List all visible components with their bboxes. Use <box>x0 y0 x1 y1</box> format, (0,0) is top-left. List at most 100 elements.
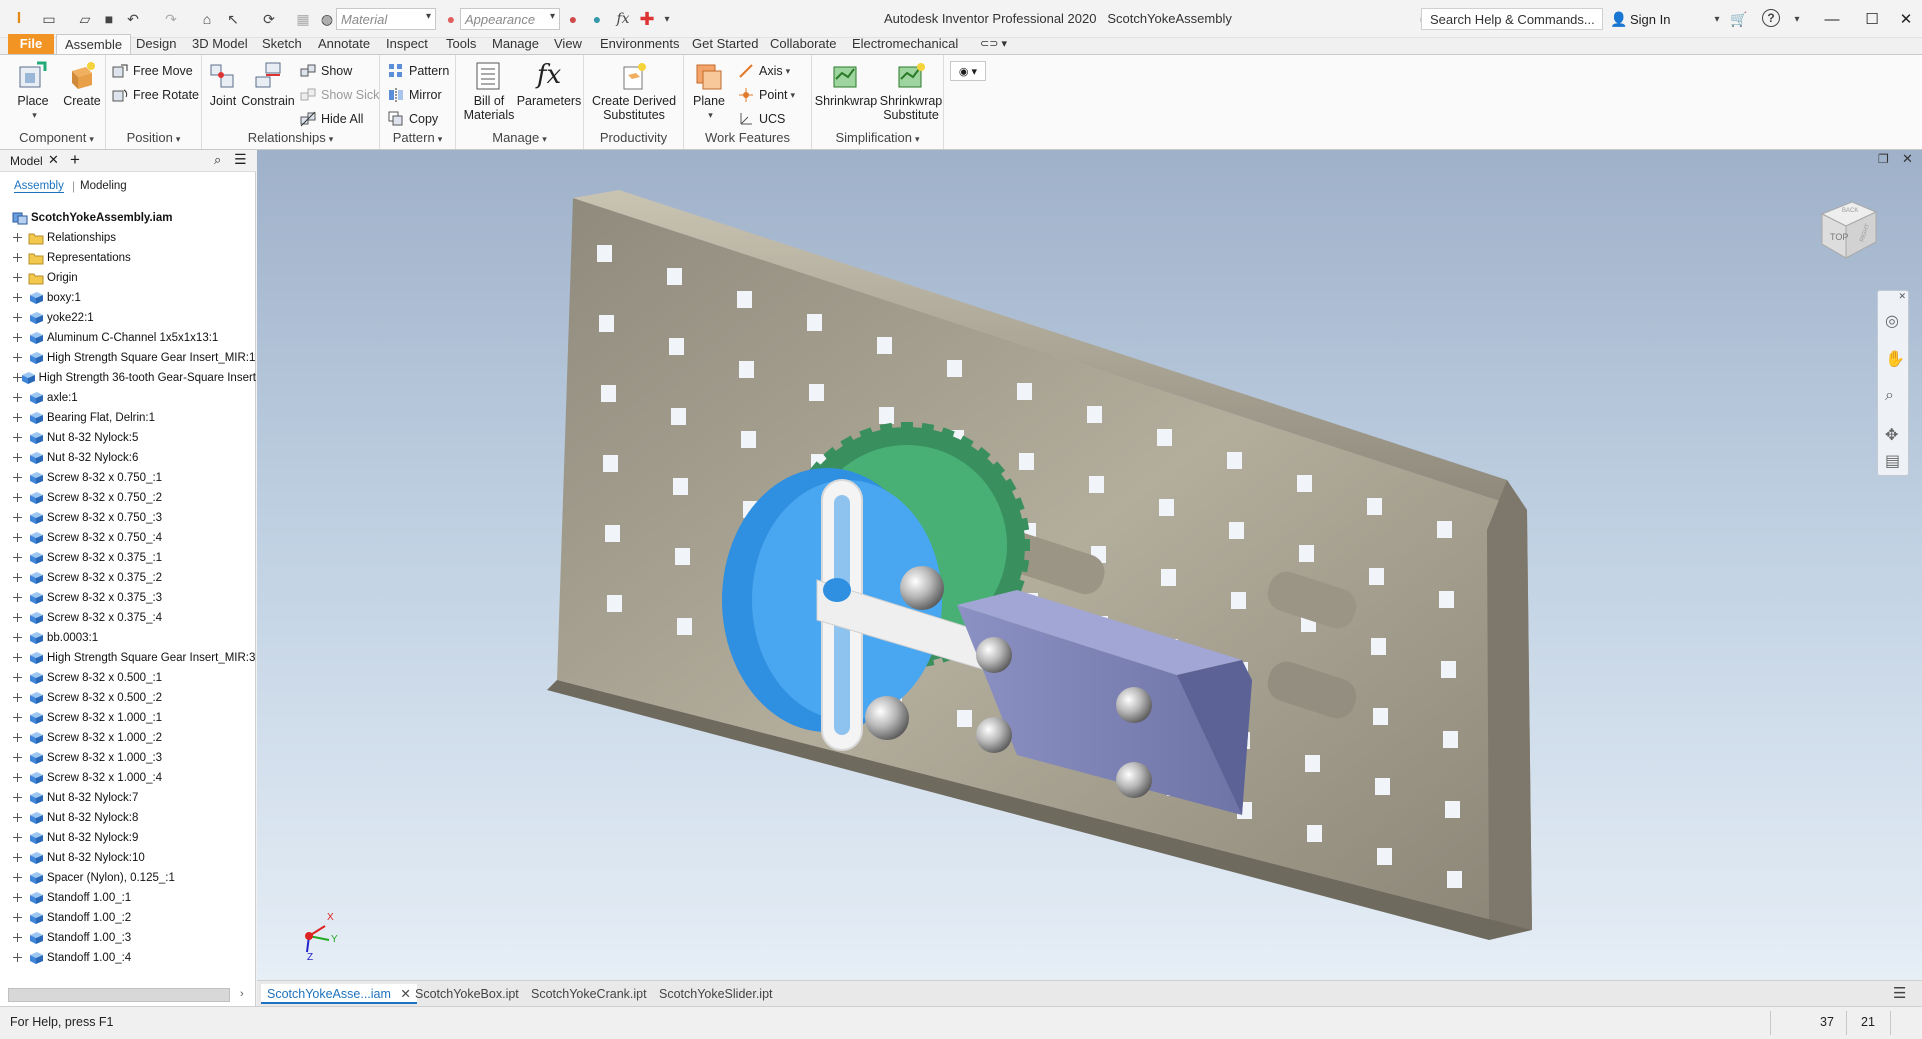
parameters-button[interactable]: fx Parameters <box>517 59 582 108</box>
restore-view-icon[interactable]: ❐ <box>1878 152 1889 166</box>
tree-item[interactable]: yoke22:1 <box>0 308 256 328</box>
panel-relationships-label[interactable]: Relationships ▾ <box>202 129 379 147</box>
tabs-menu-icon[interactable]: ☰ <box>1893 984 1906 1004</box>
fx-parameters-icon[interactable]: fx <box>612 9 634 29</box>
search-icon[interactable]: ⌕ <box>214 152 221 168</box>
redo-icon[interactable]: ↷ <box>160 9 182 29</box>
panel-manage-label[interactable]: Manage ▾ <box>456 129 583 147</box>
tree-item[interactable]: Bearing Flat, Delrin:1 <box>0 408 256 428</box>
show-button[interactable]: Show <box>300 61 352 81</box>
adjust-appearance-icon[interactable]: ● <box>586 9 608 29</box>
tab-inspect[interactable]: Inspect <box>378 34 436 54</box>
axis-button[interactable]: Axis ▾ <box>738 61 790 81</box>
tab-get-started[interactable]: Get Started <box>684 34 766 54</box>
expand-icon[interactable] <box>13 353 23 363</box>
browser-scrollbar[interactable] <box>8 988 230 1002</box>
add-tab-icon[interactable]: + <box>70 150 80 170</box>
zoom-icon[interactable]: ⌕ <box>1885 387 1894 405</box>
tree-item[interactable]: Spacer (Nylon), 0.125_:1 <box>0 868 256 888</box>
tree-item[interactable]: Screw 8-32 x 0.375_:2 <box>0 568 256 588</box>
tab-view[interactable]: View <box>546 34 590 54</box>
screw-3[interactable] <box>1116 687 1152 723</box>
clear-appearance-icon[interactable]: ● <box>562 9 584 29</box>
expand-icon[interactable] <box>13 573 23 583</box>
expand-icon[interactable] <box>13 413 23 423</box>
tree-item[interactable]: High Strength 36-tooth Gear-Square Inser… <box>0 368 256 388</box>
close-view-icon[interactable]: ✕ <box>1902 151 1913 167</box>
expand-icon[interactable] <box>13 793 23 803</box>
scroll-right-icon[interactable]: › <box>240 988 244 1000</box>
tree-item[interactable]: Nut 8-32 Nylock:8 <box>0 808 256 828</box>
tree-item[interactable]: Screw 8-32 x 0.375_:3 <box>0 588 256 608</box>
ucs-button[interactable]: UCS <box>738 109 785 129</box>
steering-wheel-icon[interactable]: ◎ <box>1885 311 1899 331</box>
tree-item[interactable]: Standoff 1.00_:1 <box>0 888 256 908</box>
tree-item[interactable]: Nut 8-32 Nylock:7 <box>0 788 256 808</box>
expand-icon[interactable] <box>13 953 23 963</box>
tab-manage[interactable]: Manage <box>484 34 547 54</box>
tree-item[interactable]: High Strength Square Gear Insert_MIR:3 <box>0 648 256 668</box>
tree-item[interactable]: Screw 8-32 x 1.000_:1 <box>0 708 256 728</box>
inventor-logo-icon[interactable]: I <box>8 9 30 29</box>
expand-icon[interactable] <box>13 833 23 843</box>
tree-item[interactable]: Aluminum C-Channel 1x5x1x13:1 <box>0 328 256 348</box>
panel-pattern-label[interactable]: Pattern ▾ <box>380 129 455 147</box>
screw-1[interactable] <box>976 637 1012 673</box>
help-icon[interactable]: ? <box>1762 9 1780 27</box>
pan-icon[interactable]: ✋ <box>1885 349 1905 369</box>
tree-item[interactable]: High Strength Square Gear Insert_MIR:1 <box>0 348 256 368</box>
appearance-sphere-icon[interactable]: ● <box>440 9 462 29</box>
expand-icon[interactable] <box>13 553 23 563</box>
expand-icon[interactable] <box>13 433 23 443</box>
expand-icon[interactable] <box>13 513 23 523</box>
expand-icon[interactable] <box>13 813 23 823</box>
hide-all-button[interactable]: Hide All <box>300 109 363 129</box>
minimize-button[interactable]: — <box>1818 6 1846 32</box>
tree-item[interactable]: Screw 8-32 x 0.375_:4 <box>0 608 256 628</box>
c-channel-right-flange[interactable] <box>1487 480 1532 930</box>
new-file-icon[interactable]: ▭ <box>38 9 60 29</box>
tree-item[interactable]: axle:1 <box>0 388 256 408</box>
expand-icon[interactable] <box>13 273 23 283</box>
plane-button[interactable]: Plane ▾ <box>690 59 728 122</box>
tab-3d-model[interactable]: 3D Model <box>184 34 256 54</box>
tab-assemble[interactable]: Assemble <box>56 34 132 54</box>
expand-icon[interactable] <box>13 333 23 343</box>
shrinkwrap-substitute-button[interactable]: Shrinkwrap Substitute <box>878 59 944 122</box>
pattern-button[interactable]: Pattern <box>388 61 449 81</box>
tab-environments[interactable]: Environments <box>592 34 687 54</box>
expand-icon[interactable] <box>13 493 23 503</box>
undo-icon[interactable]: ↶ <box>122 9 144 29</box>
tab-annotate[interactable]: Annotate <box>310 34 378 54</box>
tab-assembly[interactable]: Assembly <box>14 180 64 193</box>
tree-item[interactable]: bb.0003:1 <box>0 628 256 648</box>
tab-sketch[interactable]: Sketch <box>254 34 310 54</box>
tree-item[interactable]: Standoff 1.00_:2 <box>0 908 256 928</box>
nut-upper[interactable] <box>900 566 944 610</box>
expand-icon[interactable] <box>13 313 23 323</box>
expand-icon[interactable] <box>13 873 23 883</box>
tree-item[interactable]: Standoff 1.00_:3 <box>0 928 256 948</box>
expand-icon[interactable] <box>13 393 23 403</box>
free-rotate-button[interactable]: Free Rotate <box>112 85 199 105</box>
tree-item[interactable]: Screw 8-32 x 0.750_:1 <box>0 468 256 488</box>
expand-icon[interactable] <box>13 773 23 783</box>
tree-item[interactable]: Screw 8-32 x 0.750_:3 <box>0 508 256 528</box>
expand-icon[interactable] <box>13 613 23 623</box>
close-icon[interactable]: ✕ <box>48 152 59 168</box>
view-cube-back-face[interactable]: BACK <box>1842 208 1858 214</box>
expand-icon[interactable] <box>13 853 23 863</box>
tree-item[interactable]: Screw 8-32 x 1.000_:4 <box>0 768 256 788</box>
expand-icon[interactable] <box>13 373 21 383</box>
view-cube-top-face[interactable]: TOP <box>1830 232 1848 242</box>
material-combo[interactable]: Material ▾ <box>336 8 436 30</box>
tree-item[interactable]: Relationships <box>0 228 256 248</box>
open-folder-icon[interactable]: ▱ <box>74 9 96 29</box>
expand-icon[interactable] <box>13 753 23 763</box>
close-button[interactable]: ✕ <box>1892 6 1920 32</box>
screw-2[interactable] <box>976 717 1012 753</box>
tree-item[interactable]: Origin <box>0 268 256 288</box>
expand-icon[interactable] <box>13 473 23 483</box>
expand-icon[interactable] <box>13 893 23 903</box>
update-icon[interactable]: ⟳ <box>258 9 280 29</box>
